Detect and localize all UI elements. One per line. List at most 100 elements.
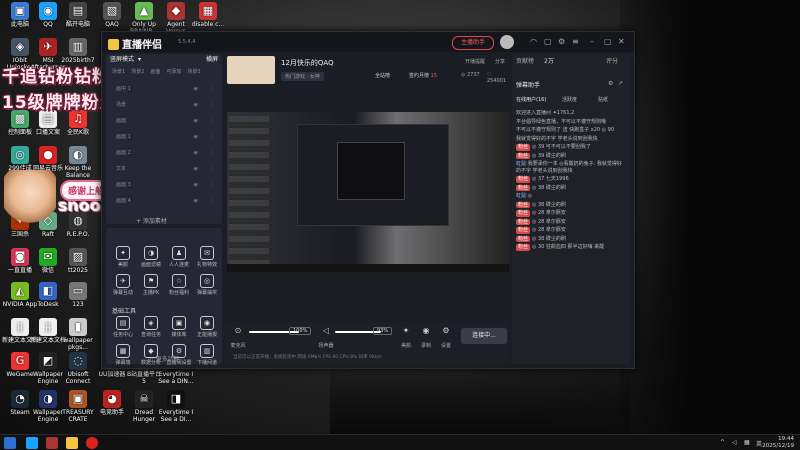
rank-badge-monthly[interactable]: 签约月榜 15 bbox=[409, 72, 437, 79]
scene-tab[interactable]: 场景1 bbox=[112, 69, 125, 75]
popout-icon[interactable]: ↗ bbox=[618, 80, 623, 87]
scene-item[interactable]: 画面 2 ◉ ⋮ bbox=[116, 148, 216, 158]
tool-button[interactable]: ☆ 粉丝福利 bbox=[166, 274, 192, 297]
desktop-icon[interactable]: ◕ 电竞助手 bbox=[94, 390, 130, 416]
landscape-toggle[interactable]: 横屏 bbox=[206, 54, 218, 66]
chat-message[interactable]: 虹鼠:我要承你一本 ◎看酸奶的兔子: 我就觉得好的不字 学老头说到刮我快 bbox=[516, 161, 626, 174]
scene-item[interactable]: 画面 3 ◉ ⋮ bbox=[116, 180, 216, 190]
tool-button[interactable]: ♟ 人人连麦 bbox=[166, 246, 192, 269]
chat-message[interactable]: 欢迎进入直播间 ✦1761.2 bbox=[516, 110, 626, 117]
chat-message[interactable]: 粉丝 ◎ 28 拿尔豚安 bbox=[516, 227, 626, 234]
tool-button[interactable]: ▣ 媒体库 bbox=[166, 316, 192, 339]
chat-username[interactable]: 虹鼠: bbox=[516, 161, 528, 167]
tool-button[interactable]: ▤ 任务中心 bbox=[110, 316, 136, 339]
desktop-icon[interactable]: ◐ Keep the Balance bbox=[60, 146, 96, 179]
desktop-icon[interactable]: ▨ tt2025 bbox=[60, 248, 96, 274]
record-icon[interactable]: ◉ bbox=[415, 326, 437, 335]
maximize-icon[interactable]: ▢ bbox=[604, 37, 612, 46]
more-icon[interactable]: ⋮ bbox=[209, 164, 214, 174]
message-icon[interactable]: ▢ bbox=[544, 37, 552, 46]
scene-item[interactable]: 画面 4 ◉ ⋮ bbox=[116, 196, 216, 206]
desktop-icon[interactable]: ▤ 酷开电脑 bbox=[60, 2, 96, 28]
tray-speaker-icon[interactable]: ◁ bbox=[732, 439, 737, 446]
chat-message[interactable]: 粉丝 ◎ 39 碟尘的刷 bbox=[516, 152, 626, 159]
tool-button[interactable]: ◉ 正能播报 bbox=[194, 316, 220, 339]
chat-message[interactable]: 粉丝 ◎ 39 可不可以不要刮我了 bbox=[516, 144, 626, 151]
more-icon[interactable]: ⋮ bbox=[209, 84, 214, 94]
scene-item[interactable]: 画面 ◉ ⋮ bbox=[116, 116, 216, 126]
beauty-icon[interactable]: ✦ bbox=[395, 326, 417, 335]
eye-icon[interactable]: ◉ bbox=[194, 180, 198, 190]
desktop-icon[interactable]: ▧ QAQ bbox=[94, 2, 130, 28]
desktop-icon[interactable]: ▣ TREASURY CRATE bbox=[60, 390, 96, 423]
microphone-icon[interactable]: ⊙ bbox=[227, 326, 249, 335]
eye-icon[interactable]: ◉ bbox=[194, 132, 198, 142]
scene-tab[interactable]: 可添加 bbox=[166, 69, 181, 75]
room-category-tag[interactable]: 热门游戏 · 女神 bbox=[281, 72, 324, 81]
tab-activity[interactable]: 活跃度 bbox=[562, 96, 577, 103]
chat-message[interactable]: 粉丝 ◎ 38 碟尘的刷 bbox=[516, 235, 626, 242]
ime-indicator[interactable]: 英 bbox=[756, 439, 762, 448]
speaker-icon[interactable]: ◁ bbox=[315, 326, 337, 335]
eye-icon[interactable]: ◉ bbox=[194, 196, 198, 206]
desktop-icon[interactable]: ▮ wallpaper pkgs... bbox=[60, 318, 96, 351]
more-icon[interactable]: ⋮ bbox=[209, 132, 214, 142]
scene-item[interactable]: 画中 1 ◉ ⋮ bbox=[116, 84, 216, 94]
room-title[interactable]: 12月快乐的QAQ bbox=[281, 58, 334, 68]
headset-icon[interactable]: ◠ bbox=[530, 37, 537, 46]
scene-tab[interactable]: 场景3 bbox=[187, 69, 200, 75]
tool-button[interactable]: ◎ 弹幕抽奖 bbox=[194, 274, 220, 297]
more-functions-button[interactable]: ··· 更多功能 bbox=[148, 354, 180, 363]
taskbar-app-icon[interactable] bbox=[46, 437, 58, 449]
tab-count[interactable]: 2万 bbox=[544, 56, 554, 65]
chat-message[interactable]: 粉丝 ◎ 28 拿尔豚安 bbox=[516, 218, 626, 225]
eye-icon[interactable]: ◉ bbox=[194, 100, 198, 110]
gear-icon[interactable]: ⚙ bbox=[558, 37, 565, 46]
tool-button[interactable]: ⚑ 主播PK bbox=[138, 274, 164, 297]
more-icon[interactable]: ⋮ bbox=[209, 148, 214, 158]
desktop-icon[interactable]: ☠ Dread Hunger bbox=[126, 390, 162, 423]
chat-message[interactable]: 粉丝 ◎ 38 碟尘的刷 bbox=[516, 201, 626, 208]
start-live-button[interactable]: 主播助手 bbox=[452, 36, 494, 50]
eye-icon[interactable]: ◉ bbox=[194, 164, 198, 174]
taskbar-music-icon[interactable] bbox=[86, 437, 98, 449]
tool-button[interactable]: ✉ 礼物特效 bbox=[194, 246, 220, 269]
chat-message[interactable]: 不可以不遵守规则了 送 快跑盒子 x20 ◎ 90 bbox=[516, 127, 626, 134]
chat-message[interactable]: 平台倡导绿色直播，不可以不遵守规则哦 bbox=[516, 119, 626, 126]
scene-item[interactable]: 画面 1 ◉ ⋮ bbox=[116, 132, 216, 142]
desktop-icon[interactable]: ▥ 2025birth7 bbox=[60, 38, 96, 64]
desktop-icon[interactable]: ◍ R.E.P.O. bbox=[60, 212, 96, 238]
more-icon[interactable]: ⋮ bbox=[209, 116, 214, 126]
chat-message[interactable]: 粉丝 ◎ 28 拿尔豚安 bbox=[516, 210, 626, 217]
share-button[interactable]: 分享 bbox=[495, 58, 505, 65]
eye-icon[interactable]: ◉ bbox=[194, 84, 198, 94]
close-icon[interactable]: ✕ bbox=[618, 37, 625, 46]
room-cover-thumbnail[interactable] bbox=[227, 56, 275, 84]
scene-item[interactable]: 场景 ◉ ⋮ bbox=[116, 100, 216, 110]
chat-username[interactable]: 虹鼠: bbox=[516, 193, 528, 199]
stream-preview[interactable] bbox=[227, 112, 509, 272]
minimize-icon[interactable]: – bbox=[590, 37, 594, 46]
clock[interactable]: 19:44 2025/12/19 bbox=[762, 436, 794, 450]
scene-tab[interactable]: 场景2 bbox=[131, 69, 144, 75]
tool-button[interactable]: ✈ 弹幕互动 bbox=[110, 274, 136, 297]
reminder-button[interactable]: 开播提醒 bbox=[465, 58, 485, 65]
chat-message[interactable]: 粉丝 ◎ 30 狂颠血四 那半边好嗨 来酸 bbox=[516, 244, 626, 251]
chat-message[interactable]: 粉丝 ◎ 38 碟尘的刷 bbox=[516, 184, 626, 191]
desktop-icon[interactable]: ◌ Ubisoft Connect bbox=[60, 352, 96, 385]
add-source-button[interactable]: + 添加素材 bbox=[136, 216, 167, 225]
taskbar-qq-icon[interactable] bbox=[26, 437, 38, 449]
tool-button[interactable]: ▥ 下播间道 bbox=[194, 344, 220, 367]
scene-tab[interactable]: 画面 bbox=[150, 69, 160, 75]
tool-button[interactable]: ▦ 弹幕墙 bbox=[110, 344, 136, 367]
tool-button[interactable]: ◑ 画面滤镜 bbox=[138, 246, 164, 269]
more-icon[interactable]: ⋮ bbox=[209, 180, 214, 190]
gear-icon[interactable]: ⚙ bbox=[608, 80, 613, 87]
user-avatar[interactable] bbox=[500, 35, 514, 49]
tray-network-icon[interactable]: ▦ bbox=[744, 439, 750, 446]
connect-button[interactable]: 连接中... bbox=[461, 328, 507, 344]
tool-button[interactable]: ✦ 美颜 bbox=[110, 246, 136, 269]
eye-icon[interactable]: ◉ bbox=[194, 116, 198, 126]
chat-message[interactable]: 我就觉得好的不字 学老头说到刮我快 bbox=[516, 136, 626, 143]
tool-button[interactable]: ◈ 查询任务 bbox=[138, 316, 164, 339]
